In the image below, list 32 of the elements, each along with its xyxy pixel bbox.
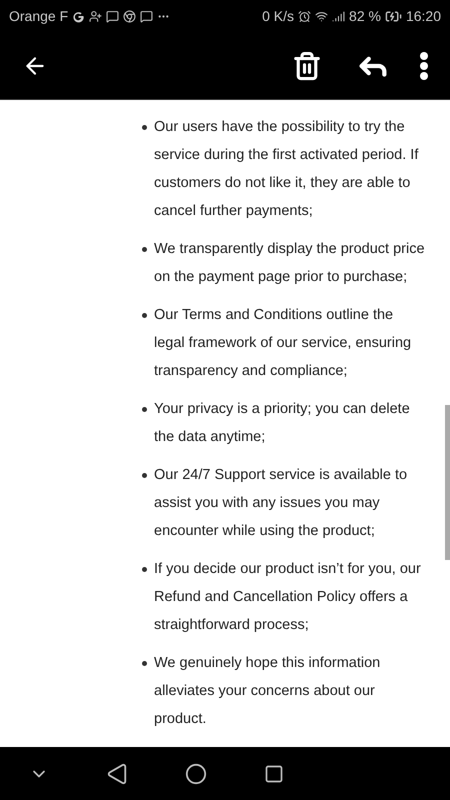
- message-icon: [140, 10, 154, 22]
- bullet-icon: [142, 247, 147, 252]
- network-speed: 0 K/s: [262, 6, 294, 26]
- list-item-text: We genuinely hope this information alleviates your concerns about our product.: [154, 654, 382, 729]
- delete-button[interactable]: [292, 50, 322, 80]
- message-icon: [106, 10, 120, 22]
- list-item-text: Our users have the possibility to try the service during the first activated period. If customers do not like it, they are able to cancel further payments;: [154, 118, 420, 221]
- list-item-text: Your privacy is a priority; you can delete the data anytime;: [154, 400, 411, 447]
- bullet-icon: [142, 567, 147, 572]
- recents-nav-button[interactable]: [264, 764, 284, 784]
- carrier-name: Orange F: [9, 6, 68, 26]
- more-options-button[interactable]: [420, 52, 428, 80]
- browser-icon: [123, 10, 136, 22]
- home-nav-button[interactable]: [184, 762, 207, 784]
- more-options-icon: [420, 52, 428, 80]
- list-item-text: Our Terms and Conditions outline the legal framework of our service, ensuring transparency and compliance;: [154, 306, 412, 381]
- contact-icon: [89, 10, 102, 22]
- signal-icon: [332, 10, 346, 22]
- google-icon: [72, 10, 86, 22]
- list-item-text: We transparently display the product price on the payment page prior to purchase;: [154, 240, 426, 287]
- back-nav-button[interactable]: [106, 762, 128, 784]
- battery-percent: 82 %: [349, 6, 381, 26]
- alarm-icon: [298, 10, 312, 22]
- bullet-icon: [142, 125, 147, 130]
- bullet-icon: [142, 473, 147, 478]
- clock-time: 16:20: [406, 6, 441, 26]
- wifi-icon: [315, 10, 328, 22]
- bullet-icon: [142, 313, 147, 318]
- list-item-text: Our 24/7 Support service is available to assist you with any issues you may encounter while using the product;: [154, 466, 408, 541]
- list-item-text: If you decide our product isn’t for you, our Refund and Cancellation Policy offers a straightforward process;: [154, 560, 422, 635]
- bullet-icon: [142, 407, 147, 412]
- bullet-icon: [142, 661, 147, 666]
